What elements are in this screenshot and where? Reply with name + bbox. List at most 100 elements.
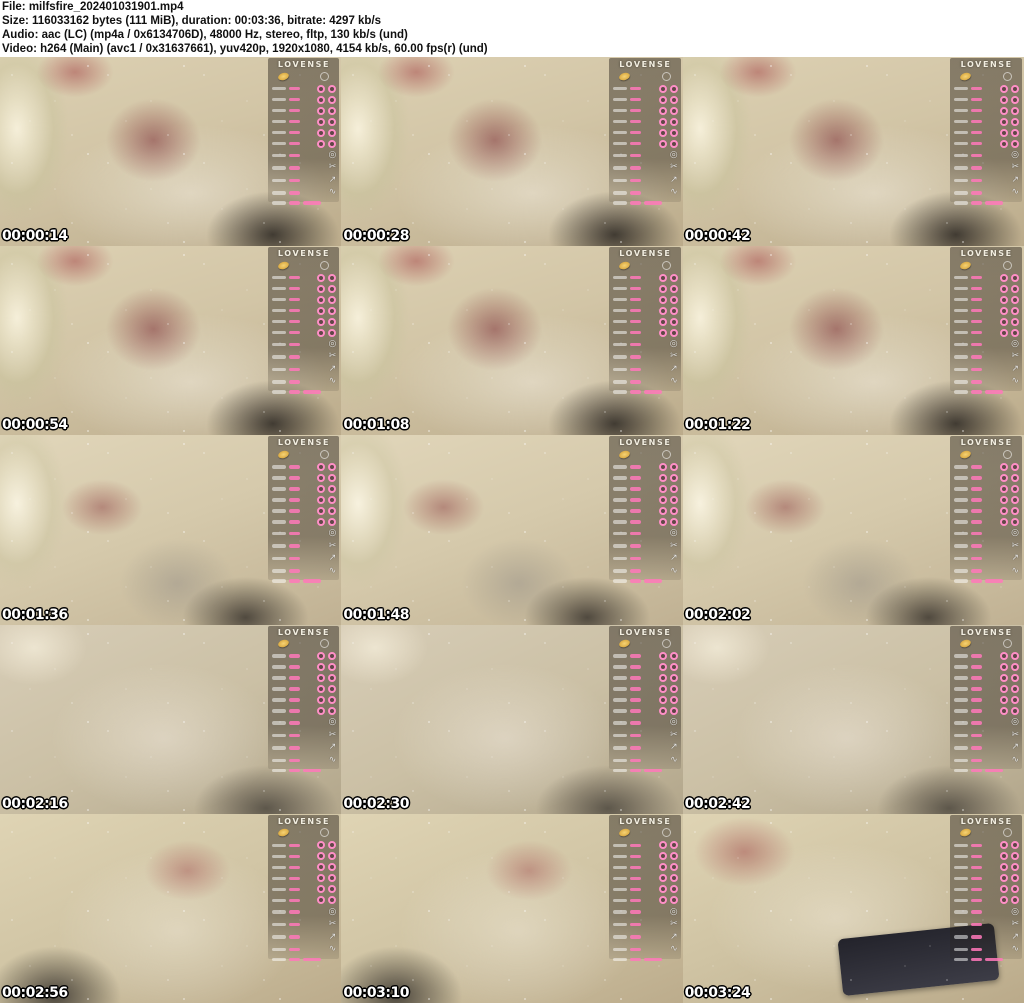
tip-action-row: ✂ [613,918,678,931]
tip-badge-icon [670,307,678,315]
arrow-icon: ↗ [329,365,337,374]
tip-menu-row [613,461,678,472]
tip-badge-icon [659,107,667,115]
tip-badge-icon [659,696,667,704]
tip-badge-icon [317,507,325,515]
tip-action-row: ∿ [954,565,1019,578]
tip-menu-row [954,684,1019,695]
tip-menu-row [613,651,678,662]
tip-menu-row [272,684,337,695]
wave-icon: ∿ [670,945,678,954]
timer-icon [662,261,671,270]
target-icon: ◎ [328,529,336,538]
coin-icon [277,828,290,838]
panel-icon-row [954,69,1019,83]
tip-badge-icon [659,318,667,326]
scissors-icon: ✂ [1011,163,1019,172]
tip-action-row: ✂ [954,729,1019,742]
tip-badge-icon [659,507,667,515]
tip-menu-row [954,862,1019,873]
tip-menu-row [272,272,337,283]
wave-icon: ∿ [1011,756,1019,765]
tip-badge-icon [1000,485,1008,493]
tip-action-row: ◎ [954,717,1019,730]
panel-icon-row [954,637,1019,651]
lovense-watermark: LOVENSE [954,60,1019,69]
tip-menu-row [272,706,337,717]
tip-menu-overlay: LOVENSE ◎ ✂ ↗ ∿ [268,815,340,959]
timestamp-label: 00:01:48 [343,607,409,623]
tip-badge-icon [317,296,325,304]
tip-menu-row [613,673,678,684]
tip-action-row: ↗ [613,931,678,944]
tip-menu-row [954,283,1019,294]
thumbnail-cell: LOVENSE ◎ ✂ ↗ ∿ 00:01:22 [683,246,1024,435]
scissors-icon: ✂ [670,731,678,740]
arrow-icon: ↗ [670,365,678,374]
scissors-icon: ✂ [670,163,678,172]
tip-badge-icon [1000,696,1008,704]
tip-badge-icon [670,118,678,126]
tip-badge-icon [1011,474,1019,482]
tip-badge-icon [1011,496,1019,504]
tip-badge-icon [659,285,667,293]
panel-icon-row [954,447,1019,461]
tip-badge-icon [317,874,325,882]
tip-badge-icon [328,874,336,882]
tip-badge-icon [670,496,678,504]
tip-badge-icon [659,85,667,93]
tip-badge-icon [1000,885,1008,893]
tip-badge-icon [659,841,667,849]
tip-menu-row [272,884,337,895]
tip-badge-icon [659,863,667,871]
tip-badge-icon [659,674,667,682]
tip-menu-row [613,105,678,116]
tip-badge-icon [670,518,678,526]
tip-badge-icon [317,274,325,282]
scissors-icon: ✂ [329,920,337,929]
tip-badge-icon [317,696,325,704]
tip-badge-icon [670,296,678,304]
tip-action-row: ↗ [954,174,1019,187]
tip-menu-row [954,83,1019,94]
tip-menu-row [613,895,678,906]
file-info-line: File: milfsfire_202401031901.mp4 [2,1,1024,15]
tip-badge-icon [328,518,336,526]
tip-action-row: ◎ [954,527,1019,540]
tip-badge-icon [1000,107,1008,115]
panel-icon-row [613,69,678,83]
tip-menu-row [954,662,1019,673]
scissors-icon: ✂ [1011,731,1019,740]
tip-badge-icon [1000,329,1008,337]
timestamp-label: 00:00:28 [343,228,409,244]
timestamp-label: 00:01:36 [2,607,68,623]
tip-action-row: ◎ [954,149,1019,162]
tip-menu-row [954,494,1019,505]
wave-icon: ∿ [329,756,337,765]
thumbnail-cell: LOVENSE ◎ ✂ ↗ ∿ 00:02:16 [0,625,341,814]
tip-action-row: ∿ [613,187,678,200]
thumbnail-cell: LOVENSE ◎ ✂ ↗ ∿ 00:02:42 [683,625,1024,814]
coin-icon [960,828,973,838]
tip-menu-row [272,862,337,873]
tip-badge-icon [659,296,667,304]
tip-badge-icon [317,496,325,504]
target-icon: ◎ [1011,529,1019,538]
size-info-line: Size: 116033162 bytes (111 MiB), duratio… [2,15,1024,29]
tip-menu-row [272,305,337,316]
thumbnail-cell: LOVENSE ◎ ✂ ↗ ∿ 00:01:48 [341,435,682,624]
lovense-watermark: LOVENSE [954,817,1019,826]
tip-badge-icon [1011,518,1019,526]
tip-badge-icon [1011,507,1019,515]
timestamp-label: 00:00:54 [2,417,68,433]
tip-action-row: ↗ [272,363,337,376]
tip-badge-icon [670,285,678,293]
tip-menu-row [272,83,337,94]
tip-badge-icon [659,518,667,526]
wave-icon: ∿ [670,567,678,576]
tip-badge-icon [317,107,325,115]
tip-menu-row [272,94,337,105]
tip-action-row: ↗ [272,552,337,565]
tip-action-row: ↗ [272,931,337,944]
tip-menu-row [272,873,337,884]
